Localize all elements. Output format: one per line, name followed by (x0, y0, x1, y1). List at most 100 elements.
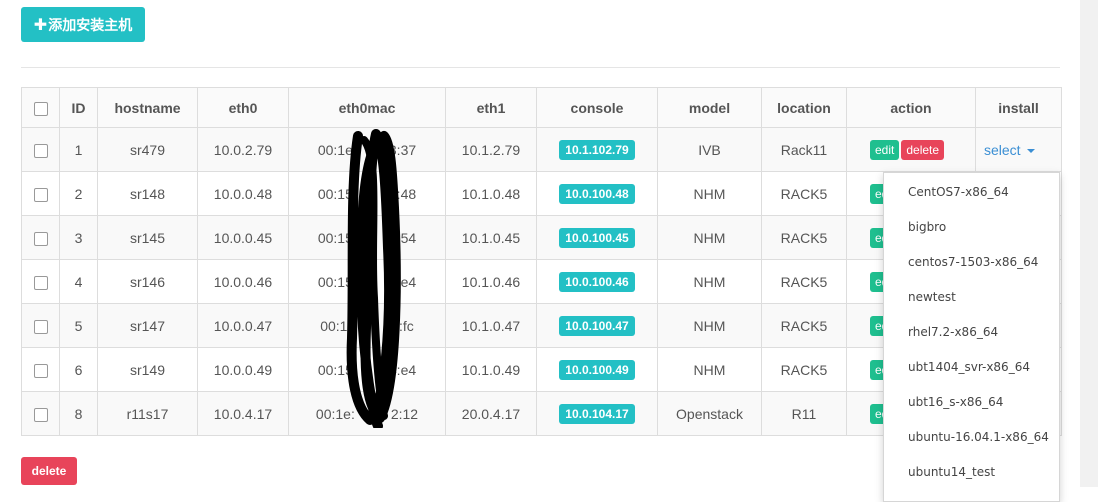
cell-id: 6 (59, 347, 98, 392)
eth0mac-prefix: 00:15 (317, 185, 353, 202)
cell-location: RACK5 (761, 303, 847, 348)
cell-eth0: 10.0.0.48 (197, 171, 289, 216)
dropdown-option[interactable]: ubt16_s-x86_64 (884, 385, 1059, 420)
row-select-cell[interactable] (21, 127, 60, 172)
eth0mac-prefix: 00:15 (320, 317, 356, 334)
cell-model: Openstack (657, 391, 762, 436)
header-model: model (657, 87, 762, 128)
cell-console: 10.0.100.49 (536, 347, 658, 392)
cell-eth0mac: 00:1e 3:37 (288, 127, 446, 172)
row-checkbox[interactable] (33, 275, 48, 290)
cell-eth1: 10.1.0.47 (445, 303, 537, 348)
cell-action: edit delete (846, 127, 976, 172)
dropdown-option[interactable]: ubt1404_svr-x86_64 (884, 350, 1059, 385)
cell-eth0: 10.0.0.47 (197, 303, 289, 348)
eth0mac-suffix: 2:12 (390, 405, 419, 422)
header-id: ID (59, 87, 98, 128)
eth0mac-suffix: 3:37 (388, 141, 417, 158)
eth0mac-suffix: 3:e4 (388, 273, 417, 290)
caret-down-icon[interactable] (1026, 148, 1035, 153)
eth0mac-suffix: 5:48 (388, 185, 417, 202)
header-hostname: hostname (97, 87, 198, 128)
cell-console: 10.1.102.79 (536, 127, 658, 172)
dropdown-option[interactable]: newtest (884, 280, 1059, 315)
cell-hostname: sr146 (97, 259, 198, 304)
console-link[interactable]: 10.1.102.79 (559, 139, 635, 160)
page-scrollbar[interactable] (1080, 0, 1098, 487)
cell-eth1: 20.0.4.17 (445, 391, 537, 436)
row-checkbox[interactable] (33, 231, 48, 246)
cell-eth0: 10.0.0.45 (197, 215, 289, 260)
cell-hostname: sr149 (97, 347, 198, 392)
cell-model: NHM (657, 171, 762, 216)
cell-eth0: 10.0.0.49 (197, 347, 289, 392)
cell-location: RACK5 (761, 171, 847, 216)
install-select-dropdown[interactable]: select (984, 142, 1021, 158)
cell-hostname: sr145 (97, 215, 198, 260)
cell-console: 10.0.100.48 (536, 171, 658, 216)
cell-hostname: sr148 (97, 171, 198, 216)
row-checkbox[interactable] (33, 363, 48, 378)
install-dropdown-menu: CentOS7-x86_64 bigbro centos7-1503-x86_6… (883, 172, 1060, 502)
row-checkbox[interactable] (33, 187, 48, 202)
row-select-cell[interactable] (21, 215, 60, 260)
cell-hostname: sr479 (97, 127, 198, 172)
row-checkbox[interactable] (33, 407, 48, 422)
cell-id: 5 (59, 303, 98, 348)
console-link[interactable]: 10.0.100.49 (559, 359, 635, 380)
cell-eth0mac: 00:15 4:e4 (288, 347, 446, 392)
row-select-cell[interactable] (21, 303, 60, 348)
select-all-cell[interactable] (21, 87, 60, 128)
cell-eth0mac: 00:15 3:e4 (288, 259, 446, 304)
header-location: location (761, 87, 847, 128)
console-link[interactable]: 10.0.100.47 (559, 315, 635, 336)
cell-id: 4 (59, 259, 98, 304)
add-install-host-button[interactable]: ✚ 添加安装主机 (21, 7, 145, 42)
cell-eth0mac: 00:15 3:fc (288, 303, 446, 348)
edit-button[interactable]: edit (870, 139, 900, 160)
dropdown-option[interactable]: bigbro (884, 210, 1059, 245)
cell-console: 10.0.100.46 (536, 259, 658, 304)
row-checkbox[interactable] (33, 143, 48, 158)
cell-eth1: 10.1.0.45 (445, 215, 537, 260)
dropdown-option[interactable]: ubuntu14_test (884, 455, 1059, 490)
dropdown-option[interactable]: ubuntu-16.04.1-x86_64 (884, 420, 1059, 455)
eth0mac-prefix: 00:15 (317, 273, 353, 290)
cell-console: 10.0.100.47 (536, 303, 658, 348)
console-link[interactable]: 10.0.100.45 (559, 227, 635, 248)
row-select-cell[interactable] (21, 391, 60, 436)
eth0mac-prefix: 00:1e (317, 141, 353, 158)
select-all-checkbox[interactable] (33, 101, 48, 116)
plus-icon: ✚ (33, 15, 48, 34)
cell-eth0mac: 00:15 5:48 (288, 171, 446, 216)
add-install-host-label: 添加安装主机 (48, 17, 133, 34)
cell-location: RACK5 (761, 259, 847, 304)
cell-model: NHM (657, 215, 762, 260)
header-action: action (846, 87, 976, 128)
table-row: 1 sr479 10.0.2.79 00:1e 3:37 10.1.2.79 10… (21, 127, 1062, 172)
header-eth0: eth0 (197, 87, 289, 128)
cell-id: 3 (59, 215, 98, 260)
row-select-cell[interactable] (21, 259, 60, 304)
header-eth0mac: eth0mac (288, 87, 446, 128)
bulk-delete-button[interactable]: delete (21, 457, 77, 485)
cell-eth0mac: 00:15 6:54 (288, 215, 446, 260)
dropdown-option[interactable]: rhel7.2-x86_64 (884, 315, 1059, 350)
row-checkbox[interactable] (33, 319, 48, 334)
dropdown-option[interactable]: centos7-1503-x86_64 (884, 245, 1059, 280)
delete-button[interactable]: delete (901, 139, 945, 160)
row-select-cell[interactable] (21, 347, 60, 392)
cell-install: select (975, 127, 1062, 172)
cell-location: R11 (761, 391, 847, 436)
row-select-cell[interactable] (21, 171, 60, 216)
cell-eth1: 10.1.2.79 (445, 127, 537, 172)
cell-model: NHM (657, 259, 762, 304)
console-link[interactable]: 10.0.104.17 (559, 403, 635, 424)
eth0mac-suffix: 6:54 (388, 229, 417, 246)
header-eth1: eth1 (445, 87, 537, 128)
console-link[interactable]: 10.0.100.48 (559, 183, 635, 204)
console-link[interactable]: 10.0.100.46 (559, 271, 635, 292)
cell-location: Rack11 (761, 127, 847, 172)
eth0mac-prefix: 00:1e: (315, 405, 355, 422)
dropdown-option[interactable]: CentOS7-x86_64 (884, 175, 1059, 210)
